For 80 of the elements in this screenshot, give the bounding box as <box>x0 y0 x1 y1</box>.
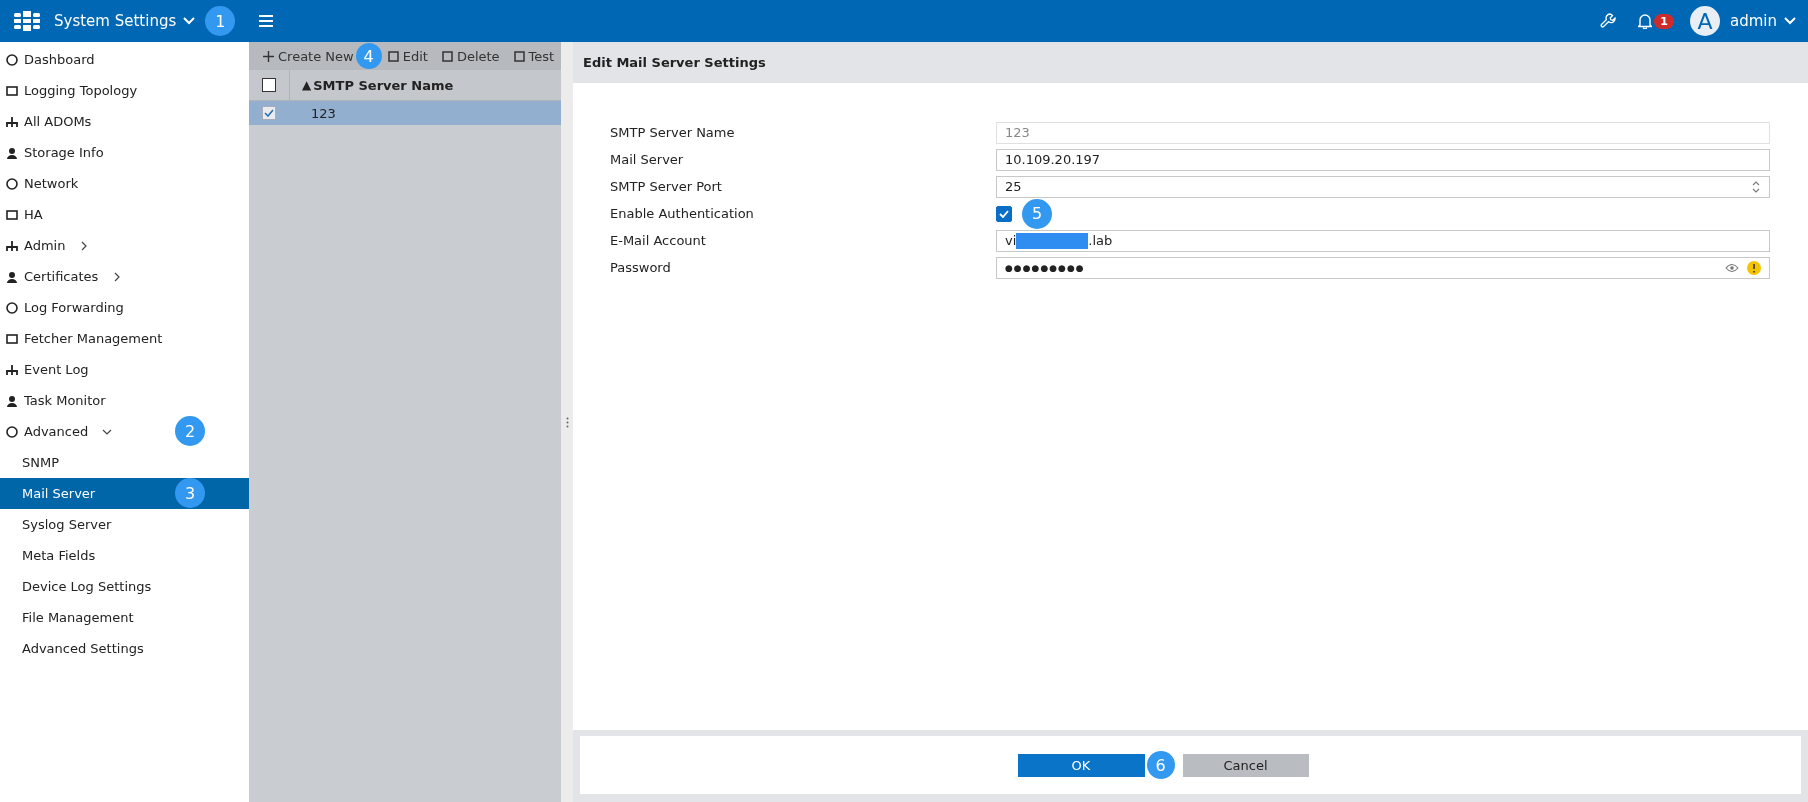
panel-title: Edit Mail Server Settings <box>583 55 766 70</box>
plus-icon <box>263 50 274 62</box>
square-icon <box>513 50 525 62</box>
resize-handle-icon[interactable] <box>565 416 569 428</box>
table-cell-text: 123 <box>310 105 336 121</box>
menu-item-icon <box>6 239 18 252</box>
field-label: SMTP Server Port <box>610 179 723 194</box>
sidebar-item[interactable]: Network <box>0 168 85 199</box>
sidebar-item[interactable]: Advanced <box>0 416 119 447</box>
avatar[interactable]: A <box>1690 6 1720 36</box>
field-label: E-Mail Account <box>610 233 707 248</box>
app-menu-button[interactable]: System Settings <box>54 12 196 30</box>
menu-item-icon <box>6 363 18 376</box>
wrench-icon[interactable] <box>1600 13 1617 29</box>
sidebar-item[interactable]: Fetcher Management <box>0 323 169 354</box>
warning-icon <box>1747 260 1761 275</box>
menu-item-icon <box>6 208 18 221</box>
field-label: Password <box>610 260 672 275</box>
callout-number: 1 <box>205 6 236 36</box>
sidebar-item[interactable]: Admin <box>0 230 96 261</box>
sidebar-item[interactable]: Storage Info <box>0 137 110 168</box>
chevron-down-icon <box>1784 17 1796 25</box>
menu-item-icon <box>6 270 18 283</box>
menu-item-icon <box>6 53 18 66</box>
field-label: Mail Server <box>610 152 685 167</box>
column-header[interactable]: SMTP Server Name <box>313 77 454 93</box>
sort-indicator[interactable]: ▲ <box>302 78 312 92</box>
sidebar-subitem[interactable]: Device Log Settings <box>0 571 249 602</box>
sidebar-subitem[interactable]: File Management <box>0 602 249 633</box>
field-label: Enable Authentication <box>610 206 755 221</box>
square-icon <box>387 50 399 62</box>
user-menu-button[interactable]: admin <box>1730 12 1796 30</box>
toolbar-button[interactable]: Test <box>513 48 555 64</box>
select-all-checkbox[interactable] <box>262 78 276 92</box>
chevron-down-icon <box>183 17 196 25</box>
menu-item-icon <box>6 425 18 438</box>
bell-icon[interactable] <box>1638 13 1653 29</box>
callout-number: 2 <box>175 416 205 446</box>
callout-number: 4 <box>355 43 382 69</box>
sidebar-subitem[interactable]: SNMP <box>0 447 249 478</box>
eye-icon[interactable] <box>1725 262 1739 273</box>
toolbar-button[interactable]: Delete <box>441 48 500 64</box>
sidebar-subitem[interactable]: Advanced Settings <box>0 633 249 664</box>
text-field[interactable]: 10.109.20.197 <box>996 148 1770 171</box>
sidebar-item[interactable]: HA <box>0 199 49 230</box>
field-label: SMTP Server Name <box>610 125 736 140</box>
sidebar-item[interactable]: Logging Topology <box>0 75 144 106</box>
menu-item-icon <box>6 84 18 97</box>
password-field[interactable]: ●●●●●●●●● <box>996 256 1770 279</box>
checkbox[interactable] <box>996 205 1012 222</box>
menu-item-icon <box>6 146 18 159</box>
ok-button[interactable]: OK <box>1017 753 1145 777</box>
sidebar-item[interactable]: Event Log <box>0 354 95 385</box>
toolbar-button[interactable]: Create New <box>263 48 354 64</box>
sidebar-item[interactable]: All ADOMs <box>0 106 98 137</box>
cancel-button[interactable]: Cancel <box>1182 753 1309 777</box>
table-row[interactable]: 123 <box>249 101 561 125</box>
checkmark-icon <box>999 209 1009 218</box>
menu-item-icon <box>6 301 18 314</box>
toolbar-button[interactable]: Edit <box>387 48 428 64</box>
sidebar-item[interactable]: Task Monitor <box>0 385 112 416</box>
sidebar-item[interactable]: Certificates <box>0 261 129 292</box>
number-field[interactable]: 25 <box>996 175 1770 198</box>
logo-icon <box>14 11 40 31</box>
sidebar-item[interactable]: Log Forwarding <box>0 292 130 323</box>
sidebar-subitem[interactable]: Syslog Server <box>0 509 249 540</box>
text-field[interactable]: vi .lab <box>996 229 1770 252</box>
menu-item-icon <box>6 394 18 407</box>
menu-item-icon <box>6 115 18 128</box>
menu-item-icon <box>6 332 18 345</box>
callout-number: 6 <box>1146 751 1175 779</box>
spinner-icon[interactable] <box>1751 179 1761 194</box>
callout-number: 5 <box>1022 198 1052 229</box>
square-icon <box>441 50 453 62</box>
notification-badge: 1 <box>1654 13 1674 29</box>
menu-icon[interactable] <box>259 15 274 27</box>
sidebar-subitem[interactable]: Meta Fields <box>0 540 249 571</box>
sidebar-item[interactable]: Dashboard <box>0 44 101 75</box>
menu-item-icon <box>6 177 18 190</box>
row-checkbox[interactable] <box>262 106 276 120</box>
